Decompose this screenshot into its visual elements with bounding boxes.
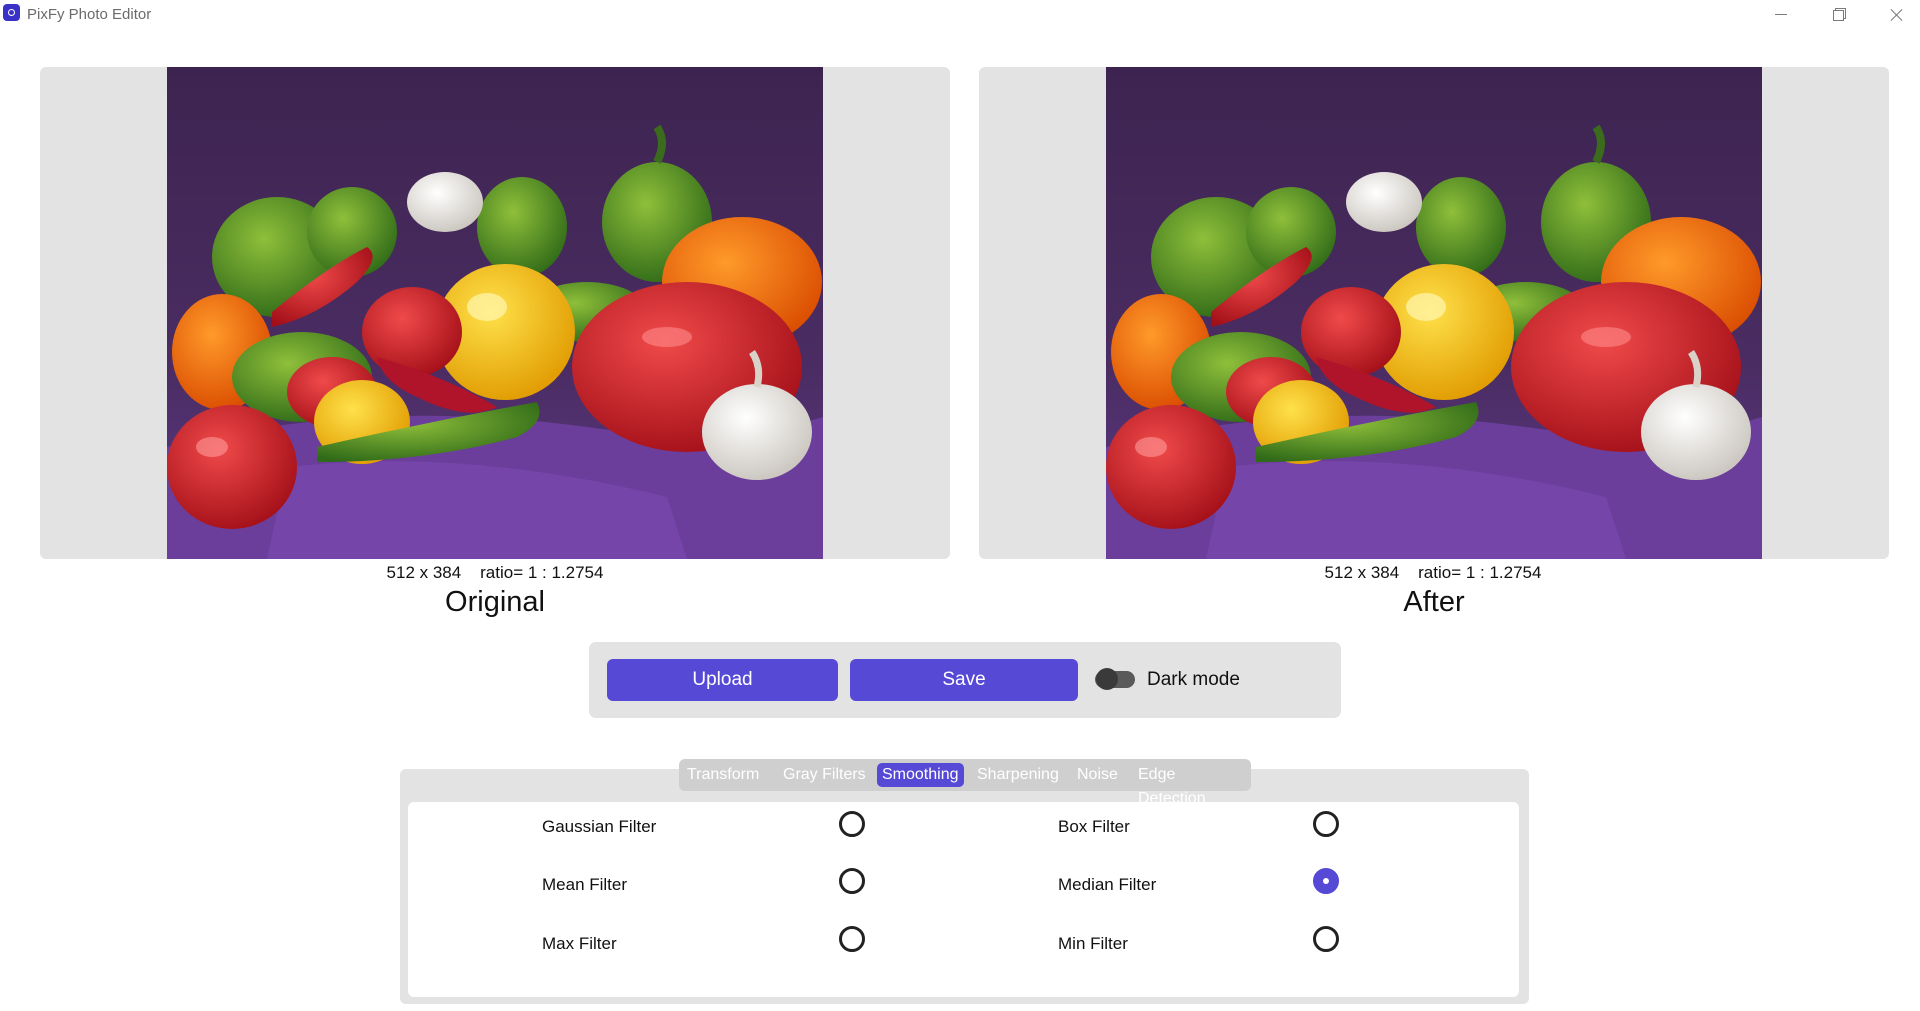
action-bar: Upload Save Dark mode — [589, 642, 1341, 718]
close-button[interactable] — [1868, 0, 1920, 30]
filter-panel: Gaussian Filter Box Filter Mean Filter M… — [400, 769, 1529, 1004]
min-filter-radio[interactable] — [1313, 926, 1339, 952]
after-dimensions: 512 x 384 — [1324, 563, 1400, 582]
original-image-info: 512 x 384 ratio= 1 : 1.2754 — [295, 563, 695, 583]
save-button[interactable]: Save — [850, 659, 1078, 701]
original-caption: Original — [445, 586, 545, 618]
restore-button[interactable] — [1810, 0, 1868, 30]
median-filter-label: Median Filter — [1058, 875, 1157, 894]
window-title: PixFy Photo Editor — [27, 6, 152, 23]
after-caption: After — [1403, 586, 1465, 618]
after-image — [1106, 67, 1762, 559]
dark-mode-label: Dark mode — [1147, 669, 1240, 690]
original-dimensions: 512 x 384 — [386, 563, 462, 582]
original-ratio: ratio= 1 : 1.2754 — [480, 563, 604, 582]
min-filter-label: Min Filter — [1058, 934, 1128, 953]
app-logo-icon — [3, 4, 20, 21]
after-image-info: 512 x 384 ratio= 1 : 1.2754 — [1233, 563, 1633, 583]
filter-options: Gaussian Filter Box Filter Mean Filter M… — [408, 802, 1519, 997]
tab-smoothing[interactable]: Smoothing — [877, 763, 964, 787]
tab-sharpening[interactable]: Sharpening — [972, 763, 1064, 787]
box-filter-radio[interactable] — [1313, 811, 1339, 837]
tab-noise[interactable]: Noise — [1072, 763, 1123, 787]
max-filter-radio[interactable] — [839, 926, 865, 952]
after-ratio: ratio= 1 : 1.2754 — [1418, 563, 1542, 582]
mean-filter-radio[interactable] — [839, 868, 865, 894]
dark-mode-toggle-knob — [1096, 668, 1118, 690]
original-image-panel — [40, 67, 950, 559]
original-image — [167, 67, 823, 559]
mean-filter-label: Mean Filter — [542, 875, 628, 894]
filter-tabs: Transform Gray Filters Smoothing Sharpen… — [679, 759, 1251, 807]
tab-edge-detection[interactable]: Edge Detection — [1133, 763, 1251, 807]
tab-gray-filters[interactable]: Gray Filters — [778, 763, 871, 787]
gaussian-filter-radio[interactable] — [839, 811, 865, 837]
tab-transform[interactable]: Transform — [682, 763, 764, 787]
max-filter-label: Max Filter — [542, 934, 617, 953]
minimize-button[interactable] — [1752, 0, 1810, 30]
median-filter-radio[interactable] — [1313, 868, 1339, 894]
box-filter-label: Box Filter — [1058, 817, 1130, 836]
gaussian-filter-label: Gaussian Filter — [542, 817, 657, 836]
upload-button[interactable]: Upload — [607, 659, 838, 701]
dark-mode-toggle[interactable] — [1095, 668, 1135, 690]
after-image-panel — [979, 67, 1889, 559]
title-bar: PixFy Photo Editor — [0, 0, 1920, 30]
